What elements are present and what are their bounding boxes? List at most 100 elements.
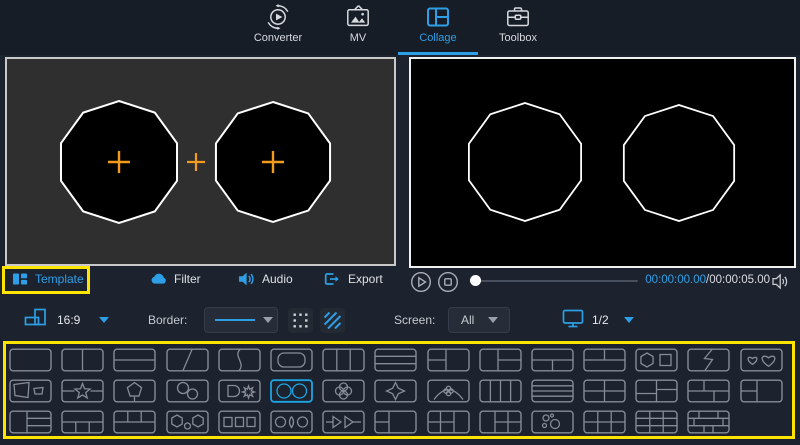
template-grid-2x2[interactable]: [583, 379, 626, 403]
template-hex-circle-hex[interactable]: [166, 410, 209, 434]
template-top-one-bottom-three[interactable]: [61, 410, 104, 434]
template-three-columns[interactable]: [322, 348, 365, 372]
aspect-ratio-icon: [24, 308, 47, 328]
volume-icon: [772, 273, 791, 290]
template-three-rows[interactable]: [374, 348, 417, 372]
template-grid: [9, 348, 795, 441]
preview-canvas[interactable]: [409, 57, 796, 268]
border-label: Border:: [148, 313, 187, 327]
template-circle-lens-circle[interactable]: [270, 410, 313, 434]
monitor-icon: [562, 309, 584, 328]
nav-label: Toolbox: [499, 32, 537, 44]
play-button[interactable]: [410, 271, 432, 293]
tab-converter[interactable]: Converter: [238, 4, 318, 54]
collage-icon: [425, 4, 451, 30]
progress-knob[interactable]: [470, 275, 481, 286]
template-two-trapezoids[interactable]: [9, 379, 52, 403]
template-two-arrows[interactable]: [322, 410, 365, 434]
tab-audio[interactable]: Audio: [238, 271, 293, 287]
video-collage-app: Converter MV Collage: [0, 0, 800, 445]
template-arch-flower[interactable]: [427, 379, 470, 403]
border-dash-button[interactable]: [288, 308, 313, 333]
editor-canvas[interactable]: [5, 57, 396, 266]
template-rounded-inset[interactable]: [270, 348, 313, 372]
template-two-circles[interactable]: [270, 379, 313, 403]
progress-slider[interactable]: [474, 280, 638, 282]
screen-value: All: [461, 313, 474, 327]
template-two-rows[interactable]: [113, 348, 156, 372]
template-two-circles-offset[interactable]: [166, 379, 209, 403]
screen-page-indicator: 1/2: [592, 313, 609, 327]
template-hexagon-square[interactable]: [635, 348, 678, 372]
nav-label: Converter: [254, 32, 302, 44]
converter-icon: [265, 4, 291, 30]
tab-label: Export: [348, 272, 383, 286]
audio-speaker-icon: [238, 271, 255, 287]
current-time: 00:00:00.00: [645, 274, 706, 286]
template-left-one-right-two[interactable]: [479, 348, 522, 372]
stop-icon: [437, 271, 459, 293]
screen-label: Screen:: [394, 313, 435, 327]
play-icon: [410, 271, 432, 293]
template-grid-four-right-one[interactable]: [427, 410, 470, 434]
template-two-hearts[interactable]: [740, 348, 783, 372]
aspect-ratio-caret[interactable]: [99, 317, 109, 323]
template-icon: [12, 271, 28, 287]
border-line-sample: [215, 319, 255, 321]
template-bubbles[interactable]: [531, 410, 574, 434]
screen-dropdown[interactable]: All: [448, 307, 510, 333]
template-four-columns[interactable]: [479, 379, 522, 403]
dotted-square-icon: [292, 312, 309, 329]
template-grid-row: [9, 348, 795, 372]
template-pentagon[interactable]: [113, 379, 156, 403]
total-time: /00:00:05.00: [706, 274, 770, 286]
template-offset-grid-a[interactable]: [635, 379, 678, 403]
border-style-dropdown[interactable]: [204, 307, 278, 333]
template-left-two-right-one-wide[interactable]: [740, 379, 783, 403]
editor-decagon-cells: [7, 59, 394, 264]
template-left-one-grid-four[interactable]: [479, 410, 522, 434]
tab-collage[interactable]: Collage: [398, 4, 478, 54]
template-top-three-bottom-one[interactable]: [113, 410, 156, 434]
tab-filter[interactable]: Filter: [150, 271, 201, 287]
template-mosaic[interactable]: [687, 410, 730, 434]
template-wave-split[interactable]: [218, 348, 261, 372]
volume-button[interactable]: [772, 273, 791, 290]
template-single[interactable]: [9, 348, 52, 372]
template-clover[interactable]: [322, 379, 365, 403]
template-four-rows[interactable]: [531, 379, 574, 403]
template-lightning-split[interactable]: [687, 348, 730, 372]
template-left-one-right-three[interactable]: [9, 410, 52, 434]
screen-page-caret[interactable]: [624, 317, 634, 323]
preview-decagon-cells: [411, 59, 794, 266]
template-offset-grid-b[interactable]: [687, 379, 730, 403]
time-display: 00:00:00.00/00:00:05.00: [640, 274, 770, 286]
tab-mv[interactable]: MV: [318, 4, 398, 54]
template-grid-3x3[interactable]: [635, 410, 678, 434]
toolbox-icon: [505, 4, 531, 30]
tab-export[interactable]: Export: [324, 271, 383, 287]
aspect-ratio-value[interactable]: 16:9: [57, 313, 80, 327]
template-four-point-star[interactable]: [374, 379, 417, 403]
template-grid-row: [9, 379, 795, 403]
tab-toolbox[interactable]: Toolbox: [478, 4, 558, 54]
tab-template[interactable]: Template: [12, 271, 84, 287]
template-two-columns[interactable]: [61, 348, 104, 372]
stop-button[interactable]: [437, 271, 459, 293]
template-star-band[interactable]: [61, 379, 104, 403]
template-grid-row: [9, 410, 795, 434]
template-left-two-right-one-b[interactable]: [374, 410, 417, 434]
template-grid-2x3[interactable]: [583, 410, 626, 434]
template-diagonal-split[interactable]: [166, 348, 209, 372]
top-navigation: Converter MV Collage: [0, 0, 800, 55]
border-color-button[interactable]: [320, 308, 345, 333]
tab-label: Template: [35, 272, 84, 286]
template-three-squares[interactable]: [218, 410, 261, 434]
screen-dropdown-caret: [488, 317, 498, 323]
main-nav: Converter MV Collage: [238, 4, 558, 54]
template-shape-and-gear[interactable]: [218, 379, 261, 403]
template-top-one-bottom-two[interactable]: [531, 348, 574, 372]
nav-label: MV: [350, 32, 367, 44]
template-top-two-bottom-one[interactable]: [583, 348, 626, 372]
template-left-two-right-one[interactable]: [427, 348, 470, 372]
